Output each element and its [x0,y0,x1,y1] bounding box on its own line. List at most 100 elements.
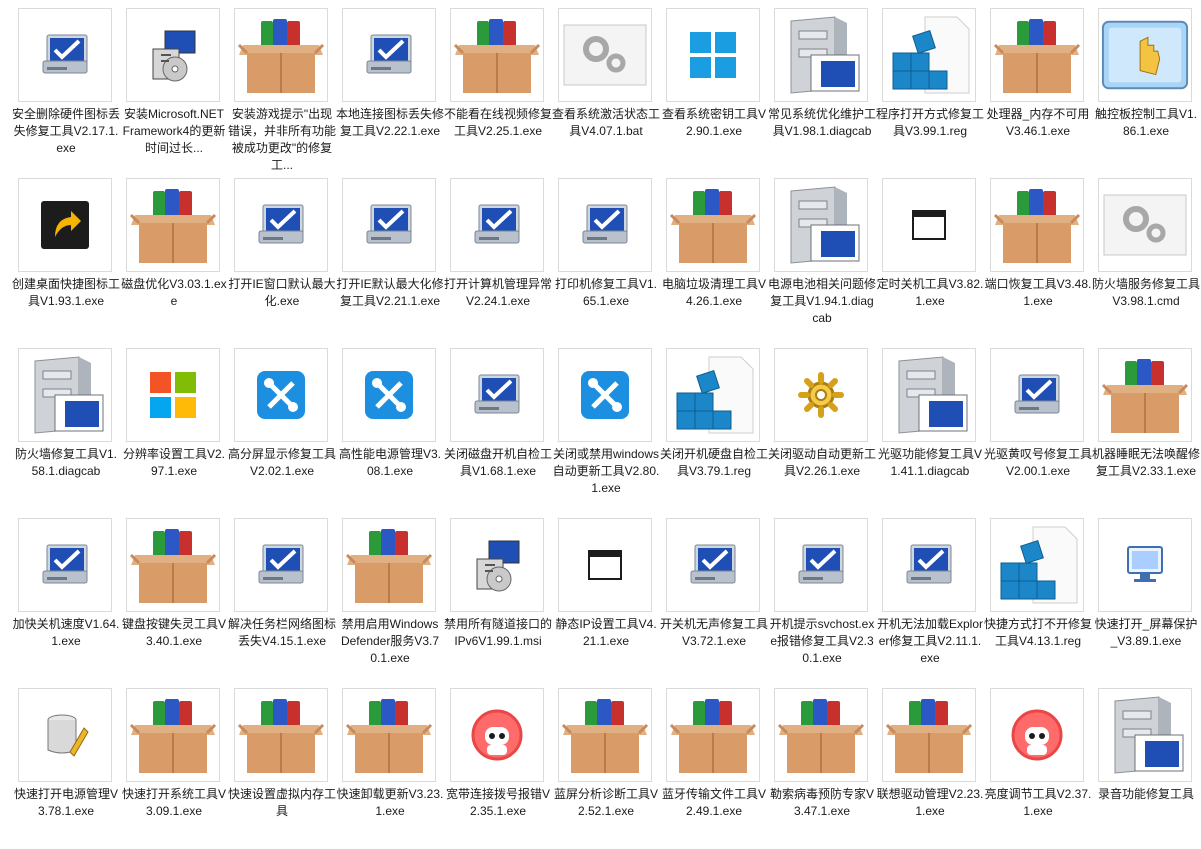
file-item[interactable]: 蓝屏分析诊断工具V2.52.1.exe [552,686,660,849]
file-item[interactable]: 关闭磁盘开机自检工具V1.68.1.exe [444,346,552,509]
file-item[interactable]: 触控板控制工具V1.86.1.exe [1092,6,1200,169]
file-item[interactable]: 禁用所有隧道接口的IPv6V1.99.1.msi [444,516,552,679]
file-name: 加快关机速度V1.64.1.exe [12,617,120,648]
file-item[interactable]: 处理器_内存不可用V3.46.1.exe [984,6,1092,169]
monitor-check-icon [234,178,328,272]
file-name: 高性能电源管理V3.08.1.exe [338,447,441,478]
archive-box-icon [990,178,1084,272]
file-name: 勒索病毒预防专家V3.47.1.exe [769,787,874,818]
file-item[interactable]: 安装游戏提示"出现错误，并非所有功能被成功更改"的修复工... [228,6,336,172]
file-name: 机器睡眠无法唤醒修复工具V2.33.1.exe [1092,447,1200,478]
file-item[interactable]: 防火墙修复工具V1.58.1.diagcab [12,346,120,509]
file-item[interactable]: 开机无法加载Explorer修复工具V2.11.1.exe [876,516,984,679]
file-name: 光驱黄叹号修复工具V2.00.1.exe [984,447,1092,478]
file-item[interactable]: 本地连接图标丢失修复工具V2.22.1.exe [336,6,444,169]
file-item[interactable]: 快速打开电源管理V3.78.1.exe [12,686,120,849]
ms-logo-icon [126,348,220,442]
cabinet-icon [774,178,868,272]
file-item[interactable]: 分辨率设置工具V2.97.1.exe [120,346,228,509]
file-item[interactable]: 开关机无声修复工具V3.72.1.exe [660,516,768,679]
file-name: 触控板控制工具V1.86.1.exe [1094,107,1197,138]
file-name: 不能看在线视频修复工具V2.25.1.exe [444,107,552,138]
file-name: 防火墙服务修复工具V3.98.1.cmd [1092,277,1200,308]
file-item[interactable]: 电源电池相关问题修复工具V1.94.1.diagcab [768,176,876,339]
archive-box-icon [666,688,760,782]
file-item[interactable]: 光驱黄叹号修复工具V2.00.1.exe [984,346,1092,509]
file-item[interactable]: 键盘按键失灵工具V3.40.1.exe [120,516,228,679]
file-item[interactable]: 解决任务栏网络图标丢失V4.15.1.exe [228,516,336,679]
file-item[interactable]: 录音功能修复工具 [1092,686,1200,849]
file-item[interactable]: 定时关机工具V3.82.1.exe [876,176,984,339]
file-item[interactable]: 机器睡眠无法唤醒修复工具V2.33.1.exe [1092,346,1200,509]
file-item[interactable]: 静态IP设置工具V4.21.1.exe [552,516,660,679]
monitor-check-icon [990,348,1084,442]
file-name: 光驱功能修复工具V1.41.1.diagcab [877,447,982,478]
db-pencil-icon [18,688,112,782]
file-item[interactable]: 禁用启用Windows Defender服务V3.70.1.exe [336,516,444,679]
file-item[interactable]: 加快关机速度V1.64.1.exe [12,516,120,679]
monitor-check-icon [342,8,436,102]
file-item[interactable]: 不能看在线视频修复工具V2.25.1.exe [444,6,552,169]
monitor-check-icon [342,178,436,272]
file-name: 快速打开系统工具V3.09.1.exe [121,787,226,818]
shortcut-arrow-icon [18,178,112,272]
file-name: 常见系统优化维护工具V1.98.1.diagcab [768,107,876,138]
monitor-check-icon [450,178,544,272]
cabinet-icon [1098,688,1192,782]
file-name: 快速卸载更新V3.23.1.exe [336,787,444,818]
file-item[interactable]: 打开IE窗口默认最大化.exe [228,176,336,339]
gear-yellow-icon [774,348,868,442]
archive-box-icon [1098,348,1192,442]
cabinet-icon [18,348,112,442]
file-item[interactable]: 快速设置虚拟内存工具 [228,686,336,849]
file-item[interactable]: 端口恢复工具V3.48.1.exe [984,176,1092,339]
file-item[interactable]: 开机提示svchost.exe报错修复工具V2.30.1.exe [768,516,876,679]
file-item[interactable]: 蓝牙传输文件工具V2.49.1.exe [660,686,768,849]
file-grid: 安全删除硬件图标丢失修复工具V2.17.1.exe 安装Microsoft.NE… [0,0,1201,818]
file-name: 录音功能修复工具 [1097,787,1194,801]
file-item[interactable]: 关闭驱动自动更新工具V2.26.1.exe [768,346,876,509]
file-item[interactable]: 安装Microsoft.NET Framework4的更新时间过长... [120,6,228,169]
file-item[interactable]: 联想驱动管理V2.23.1.exe [876,686,984,849]
file-item[interactable]: 快速卸载更新V3.23.1.exe [336,686,444,849]
file-name: 电脑垃圾清理工具V4.26.1.exe [661,277,766,308]
file-item[interactable]: 宽带连接拨号报错V2.35.1.exe [444,686,552,849]
file-item[interactable]: 勒索病毒预防专家V3.47.1.exe [768,686,876,849]
file-name: 宽带连接拨号报错V2.35.1.exe [445,787,550,818]
monitor-check-icon [774,518,868,612]
file-item[interactable]: 高分屏显示修复工具V2.02.1.exe [228,346,336,509]
file-item[interactable]: 查看系统激活状态工具V4.07.1.bat [552,6,660,169]
archive-box-icon [666,178,760,272]
windows-logo-icon [666,8,760,102]
file-item[interactable]: 创建桌面快捷图标工具V1.93.1.exe [12,176,120,339]
file-item[interactable]: 查看系统密钥工具V2.90.1.exe [660,6,768,169]
file-item[interactable]: 打印机修复工具V1.65.1.exe [552,176,660,339]
file-item[interactable]: 打开计算机管理异常V2.24.1.exe [444,176,552,339]
file-item[interactable]: 电脑垃圾清理工具V4.26.1.exe [660,176,768,339]
file-item[interactable]: 高性能电源管理V3.08.1.exe [336,346,444,509]
file-name: 安全删除硬件图标丢失修复工具V2.17.1.exe [12,107,120,155]
file-item[interactable]: 快捷方式打不开修复工具V4.13.1.reg [984,516,1092,679]
file-name: 快速设置虚拟内存工具 [228,787,336,818]
file-name: 处理器_内存不可用V3.46.1.exe [986,107,1090,138]
archive-box-icon [126,518,220,612]
file-item[interactable]: 程序打开方式修复工具V3.99.1.reg [876,6,984,169]
monitor-check-icon [18,8,112,102]
installer-icon [450,518,544,612]
file-item[interactable]: 磁盘优化V3.03.1.exe [120,176,228,339]
file-item[interactable]: 光驱功能修复工具V1.41.1.diagcab [876,346,984,509]
cabinet-icon [774,8,868,102]
file-item[interactable]: 关闭或禁用windows自动更新工具V2.80.1.exe [552,346,660,509]
file-item[interactable]: 安全删除硬件图标丢失修复工具V2.17.1.exe [12,6,120,169]
file-item[interactable]: 亮度调节工具V2.37.1.exe [984,686,1092,849]
file-item[interactable]: 关闭开机硬盘自检工具V3.79.1.reg [660,346,768,509]
file-item[interactable]: 防火墙服务修复工具V3.98.1.cmd [1092,176,1200,339]
registry-icon [882,8,976,102]
file-item[interactable]: 打开IE默认最大化修复工具V2.21.1.exe [336,176,444,339]
file-item[interactable]: 快速打开_屏幕保护_V3.89.1.exe [1092,516,1200,679]
monitor-small-icon [1098,518,1192,612]
file-item[interactable]: 常见系统优化维护工具V1.98.1.diagcab [768,6,876,169]
file-item[interactable]: 快速打开系统工具V3.09.1.exe [120,686,228,849]
archive-box-icon [990,8,1084,102]
file-name: 防火墙修复工具V1.58.1.diagcab [14,447,117,478]
